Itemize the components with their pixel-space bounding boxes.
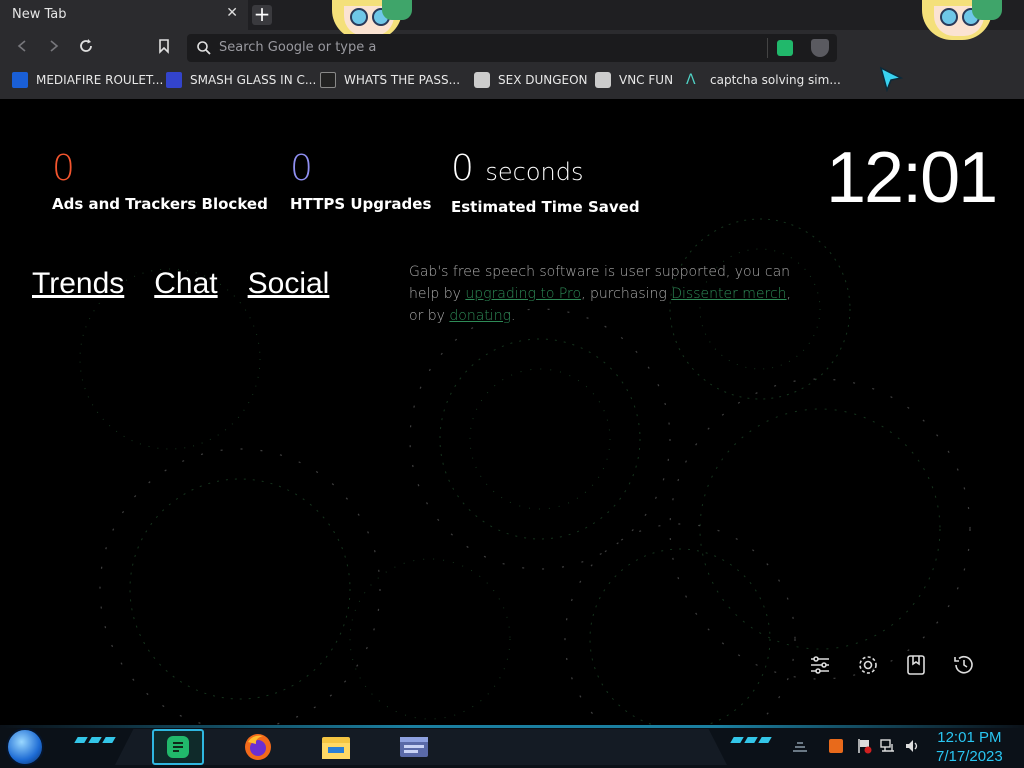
forward-arrow-icon — [50, 40, 59, 52]
cube-icon — [474, 72, 490, 88]
back-button[interactable] — [12, 38, 32, 58]
ads-blocked-count: 0 — [52, 148, 75, 189]
decor-eye — [350, 8, 368, 26]
decor-eye — [940, 8, 958, 26]
window-icon — [400, 737, 428, 757]
close-icon[interactable]: ✕ — [226, 5, 238, 21]
gab-text-part: , purchasing — [581, 286, 672, 302]
gab-icon — [167, 736, 189, 758]
bookmark-label: WHATS THE PASS... — [344, 73, 461, 87]
back-arrow-icon — [17, 40, 26, 52]
taskbar-decoration — [730, 737, 772, 745]
tray-app-icon[interactable] — [828, 738, 844, 754]
bookmark-item[interactable]: MEDIAFIRE ROULET... — [12, 71, 163, 89]
show-desktop-icon[interactable] — [792, 738, 808, 754]
gear-icon[interactable] — [856, 653, 880, 677]
bookmark-label: SEX DUNGEON — [498, 73, 588, 87]
lock-icon — [320, 72, 336, 88]
volume-icon[interactable] — [904, 738, 920, 754]
clock: 12:01 — [826, 138, 998, 218]
dissenter-merch-link[interactable]: Dissenter merch — [671, 286, 786, 302]
link-social[interactable]: Social — [248, 267, 330, 301]
tab-strip: New Tab ✕ + — [0, 0, 1024, 40]
bookmark-label: VNC FUN — [619, 73, 674, 87]
https-upgrades-count: 0 — [290, 148, 313, 189]
bookmark-icon — [159, 39, 169, 54]
new-tab-page: 0 Ads and Trackers Blocked 0 HTTPS Upgra… — [0, 99, 1024, 725]
shield-icon[interactable] — [811, 39, 829, 57]
bookmark-item[interactable]: VNC FUN — [595, 71, 673, 89]
mediafire-icon — [12, 72, 28, 88]
cube-icon — [595, 72, 611, 88]
decor-hat — [382, 0, 412, 20]
ads-blocked-label: Ads and Trackers Blocked — [52, 195, 268, 213]
taskbar-app-file-explorer[interactable] — [310, 729, 362, 765]
tab-new-tab[interactable]: New Tab ✕ — [0, 0, 248, 30]
omnibox-placeholder: Search Google or type a — [219, 40, 377, 55]
firefox-icon — [245, 734, 271, 760]
bookmark-label: SMASH GLASS IN C... — [190, 73, 317, 87]
bookmark-item[interactable]: SEX DUNGEON — [474, 71, 588, 89]
network-icon[interactable] — [880, 738, 896, 754]
link-chat[interactable]: Chat — [154, 267, 217, 301]
bookmarks-bar: MEDIAFIRE ROULET... SMASH GLASS IN C... … — [0, 66, 1024, 94]
stat-time-saved: 0 seconds Estimated Time Saved — [451, 149, 640, 217]
omnibox[interactable]: Search Google or type a — [187, 34, 837, 62]
stat-ads-blocked: 0 Ads and Trackers Blocked — [52, 148, 268, 214]
captcha-icon: Λ — [686, 72, 696, 88]
time-saved-label: Estimated Time Saved — [451, 198, 640, 216]
system-date: 7/17/2023 — [936, 748, 1003, 765]
bookmark-item[interactable]: WHATS THE PASS... — [320, 71, 460, 89]
taskbar-app-window[interactable] — [388, 729, 440, 765]
taskbar-app-firefox[interactable] — [232, 729, 284, 765]
action-center-flag-icon[interactable] — [856, 738, 872, 754]
time-saved-unit: seconds — [485, 158, 584, 186]
gab-support-message: Gab's free speech software is user suppo… — [409, 261, 809, 327]
file-explorer-icon — [322, 737, 350, 759]
smash-glass-icon — [166, 72, 182, 88]
https-upgrades-label: HTTPS Upgrades — [290, 195, 432, 213]
browser-chrome: New Tab ✕ + Search Google or type a MEDI… — [0, 0, 1024, 99]
gab-text-part: . — [510, 308, 516, 324]
history-icon[interactable] — [952, 653, 976, 677]
taskbar-app-gab[interactable] — [152, 729, 204, 765]
stat-https-upgrades: 0 HTTPS Upgrades — [290, 148, 432, 214]
bookmarks-icon[interactable] — [904, 653, 928, 677]
search-icon — [197, 41, 211, 55]
new-tab-button[interactable]: + — [252, 4, 272, 25]
reload-icon — [80, 39, 92, 52]
start-button[interactable] — [6, 728, 44, 766]
omnibox-divider — [767, 38, 768, 58]
reload-button[interactable] — [76, 38, 96, 58]
donating-link[interactable]: donating — [449, 308, 511, 324]
system-time: 12:01 PM — [937, 729, 1002, 746]
bookmark-page-button[interactable] — [154, 38, 174, 58]
system-clock[interactable]: 12:01 PM 7/17/2023 — [936, 728, 1003, 766]
forward-button[interactable] — [44, 38, 64, 58]
time-saved-value: 0 seconds — [451, 149, 640, 192]
tab-title: New Tab — [12, 7, 67, 22]
link-trends[interactable]: Trends — [32, 267, 124, 301]
time-saved-count: 0 — [451, 148, 474, 189]
taskbar: 12:01 PM 7/17/2023 — [0, 725, 1024, 768]
bookmark-label: captcha solving sim... — [710, 73, 841, 87]
customize-icon[interactable] — [808, 653, 832, 677]
cursor-icon — [879, 66, 904, 92]
decor-hat — [972, 0, 1002, 20]
bookmark-label: MEDIAFIRE ROULET... — [36, 73, 164, 87]
taskbar-decoration — [74, 737, 116, 745]
upgrade-pro-link[interactable]: upgrading to Pro — [465, 286, 581, 302]
bookmark-item[interactable]: Λ captcha solving sim... — [686, 71, 841, 89]
bookmark-item[interactable]: SMASH GLASS IN C... — [166, 71, 316, 89]
gab-extension-icon[interactable] — [777, 40, 793, 56]
quick-links: Trends Chat Social — [32, 267, 329, 301]
taskbar-top-border — [0, 725, 1024, 728]
